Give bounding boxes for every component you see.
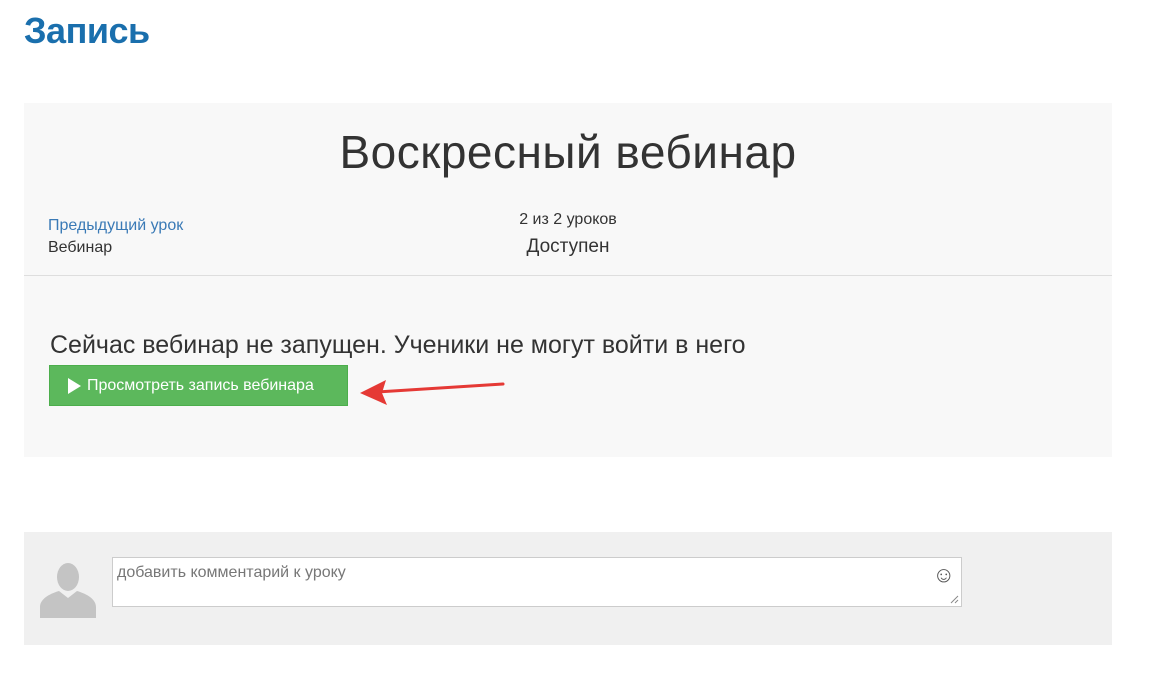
previous-lesson-block: Предыдущий урок Вебинар xyxy=(48,216,183,258)
lesson-progress-count: 2 из 2 уроков xyxy=(519,211,617,228)
comment-input[interactable] xyxy=(113,558,961,606)
panel-divider xyxy=(24,275,1112,276)
lesson-progress: 2 из 2 уроков Доступен xyxy=(468,210,668,258)
smiley-icon[interactable]: ☺ xyxy=(933,564,955,586)
user-avatar-icon xyxy=(38,560,98,618)
resize-handle[interactable] xyxy=(949,594,959,604)
comment-panel: ☺ xyxy=(24,532,1112,645)
lesson-panel: Воскресный вебинар Предыдущий урок Вебин… xyxy=(24,103,1112,457)
previous-lesson-name: Вебинар xyxy=(48,239,113,256)
view-recording-button[interactable]: Просмотреть запись вебинара xyxy=(49,365,348,406)
play-icon xyxy=(68,377,81,394)
comment-box: ☺ xyxy=(112,557,962,607)
page-title: Запись xyxy=(24,10,150,51)
lesson-status: Доступен xyxy=(526,236,610,257)
red-arrow-icon xyxy=(360,380,505,405)
webinar-status-message: Сейчас вебинар не запущен. Ученики не мо… xyxy=(50,331,746,359)
page: Запись Воскресный вебинар Предыдущий уро… xyxy=(0,0,1154,687)
previous-lesson-link[interactable]: Предыдущий урок xyxy=(48,216,183,236)
view-recording-button-label: Просмотреть запись вебинара xyxy=(87,376,314,394)
lesson-heading: Воскресный вебинар xyxy=(339,126,797,178)
